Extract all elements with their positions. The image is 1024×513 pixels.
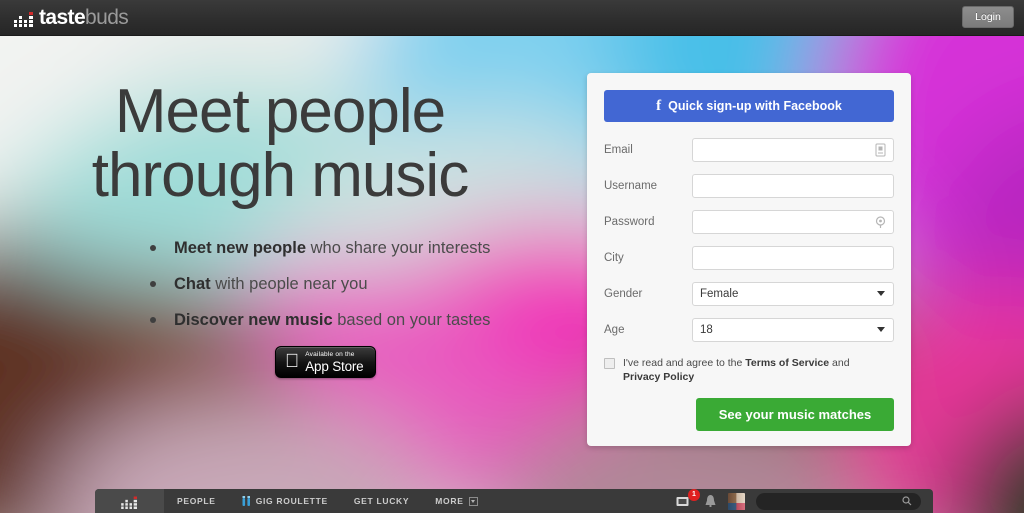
nav-item-label: PEOPLE — [177, 496, 216, 506]
password-row: Password — [604, 210, 894, 234]
email-row: Email — [604, 138, 894, 162]
username-row: Username — [604, 174, 894, 198]
messages-badge: 1 — [688, 488, 700, 501]
terms-text: I've read and agree to the Terms of Serv… — [623, 356, 888, 384]
messages-button[interactable]: 1 — [676, 488, 700, 508]
ticket-icon — [242, 495, 250, 506]
list-item: Chat with people near you — [146, 274, 566, 294]
bullet-dot-icon — [150, 245, 156, 251]
headline-line-2: through music — [91, 141, 469, 210]
city-row: City — [604, 246, 894, 270]
apple-logo-icon:  — [285, 352, 299, 371]
gender-row: Gender — [604, 282, 894, 306]
bullet-dot-icon — [150, 281, 156, 287]
login-button[interactable]: Login — [962, 6, 1014, 28]
age-select[interactable] — [692, 318, 894, 342]
headline-line-1: Meet people — [114, 77, 446, 146]
terms-of-service-link[interactable]: Terms of Service — [745, 357, 829, 369]
password-field[interactable] — [692, 210, 894, 234]
nav-item-label: GET LUCKY — [353, 496, 410, 506]
age-label: Age — [604, 324, 625, 336]
facebook-signup-label: Quick sign-up with Facebook — [668, 99, 842, 113]
nav-item-people[interactable]: PEOPLE — [164, 489, 229, 513]
username-label: Username — [604, 180, 658, 192]
hero-section: Meet people through music Meet new peopl… — [0, 36, 580, 496]
nav-item-gig-roulette[interactable]: GIG ROULETTE — [229, 489, 341, 513]
logo-text-primary: taste — [39, 6, 86, 29]
nav-item-label: GIG ROULETTE — [255, 496, 328, 506]
bottom-nav-bar: PEOPLE GIG ROULETTE GET LUCKY MORE 1 — [95, 488, 933, 513]
terms-agreement-row: I've read and agree to the Terms of Serv… — [604, 356, 894, 384]
privacy-policy-link[interactable]: Privacy Policy — [623, 371, 694, 383]
avatar[interactable] — [728, 492, 745, 510]
equalizer-dots-icon — [14, 12, 33, 27]
app-store-big-text: App Store — [291, 358, 363, 374]
bullet-dot-icon — [150, 317, 156, 323]
bullet-rest-text: with people near you — [210, 275, 368, 293]
facebook-f-icon: f — [656, 97, 662, 114]
city-field[interactable] — [692, 246, 894, 270]
city-label: City — [604, 252, 624, 264]
top-header-bar: tastebuds Login — [0, 0, 1024, 36]
terms-prefix: I've read and agree to the — [623, 357, 746, 369]
bullet-rest-text: who share your interests — [306, 239, 491, 257]
bell-icon[interactable] — [704, 494, 717, 508]
bullet-bold-text: Discover new music — [174, 311, 333, 329]
nav-item-label: MORE — [435, 496, 464, 506]
nav-item-get-lucky[interactable]: GET LUCKY — [341, 489, 422, 513]
logo-wordmark: tastebuds — [39, 4, 129, 32]
nav-item-more[interactable]: MORE — [422, 489, 490, 513]
app-store-small-text: Available on the — [291, 350, 354, 358]
app-store-label: Available on the App Store — [305, 351, 363, 374]
search-input[interactable] — [756, 492, 921, 510]
feature-bullet-list: Meet new people who share your interests… — [146, 238, 566, 346]
search-icon — [902, 495, 912, 505]
page-title: Meet people through music — [0, 80, 560, 208]
gender-label: Gender — [604, 288, 643, 300]
terms-middle: and — [829, 357, 850, 369]
facebook-signup-button[interactable]: f Quick sign-up with Facebook — [604, 90, 894, 122]
equalizer-dots-icon — [121, 496, 137, 509]
bullet-bold-text: Meet new people — [174, 239, 307, 257]
list-item: Meet new people who share your interests — [146, 238, 566, 258]
username-field[interactable] — [692, 174, 894, 198]
age-row: Age — [604, 318, 894, 342]
submit-row: See your music matches — [604, 398, 894, 431]
signup-panel: f Quick sign-up with Facebook Email User… — [587, 73, 911, 446]
password-label: Password — [604, 216, 655, 228]
chevron-down-box-icon — [468, 496, 478, 506]
bottom-nav-items: PEOPLE GIG ROULETTE GET LUCKY MORE — [164, 489, 491, 513]
bullet-rest-text: based on your tastes — [332, 311, 491, 329]
email-label: Email — [604, 144, 633, 156]
app-store-badge[interactable]:  Available on the App Store — [275, 346, 376, 378]
bottom-logo-button[interactable] — [95, 489, 164, 513]
signup-form: Email Username Password City Gender Fema… — [604, 138, 894, 431]
bullet-bold-text: Chat — [174, 275, 211, 293]
logo-text-secondary: buds — [85, 6, 129, 29]
page-root: tastebuds Login Meet people through musi… — [0, 0, 1024, 513]
see-music-matches-button[interactable]: See your music matches — [696, 398, 894, 431]
gender-select[interactable] — [692, 282, 894, 306]
bottom-nav-right-group: 1 — [676, 488, 933, 510]
list-item: Discover new music based on your tastes — [146, 310, 566, 330]
site-logo[interactable]: tastebuds — [14, 4, 129, 32]
terms-checkbox[interactable] — [604, 358, 615, 369]
email-field[interactable] — [692, 138, 894, 162]
